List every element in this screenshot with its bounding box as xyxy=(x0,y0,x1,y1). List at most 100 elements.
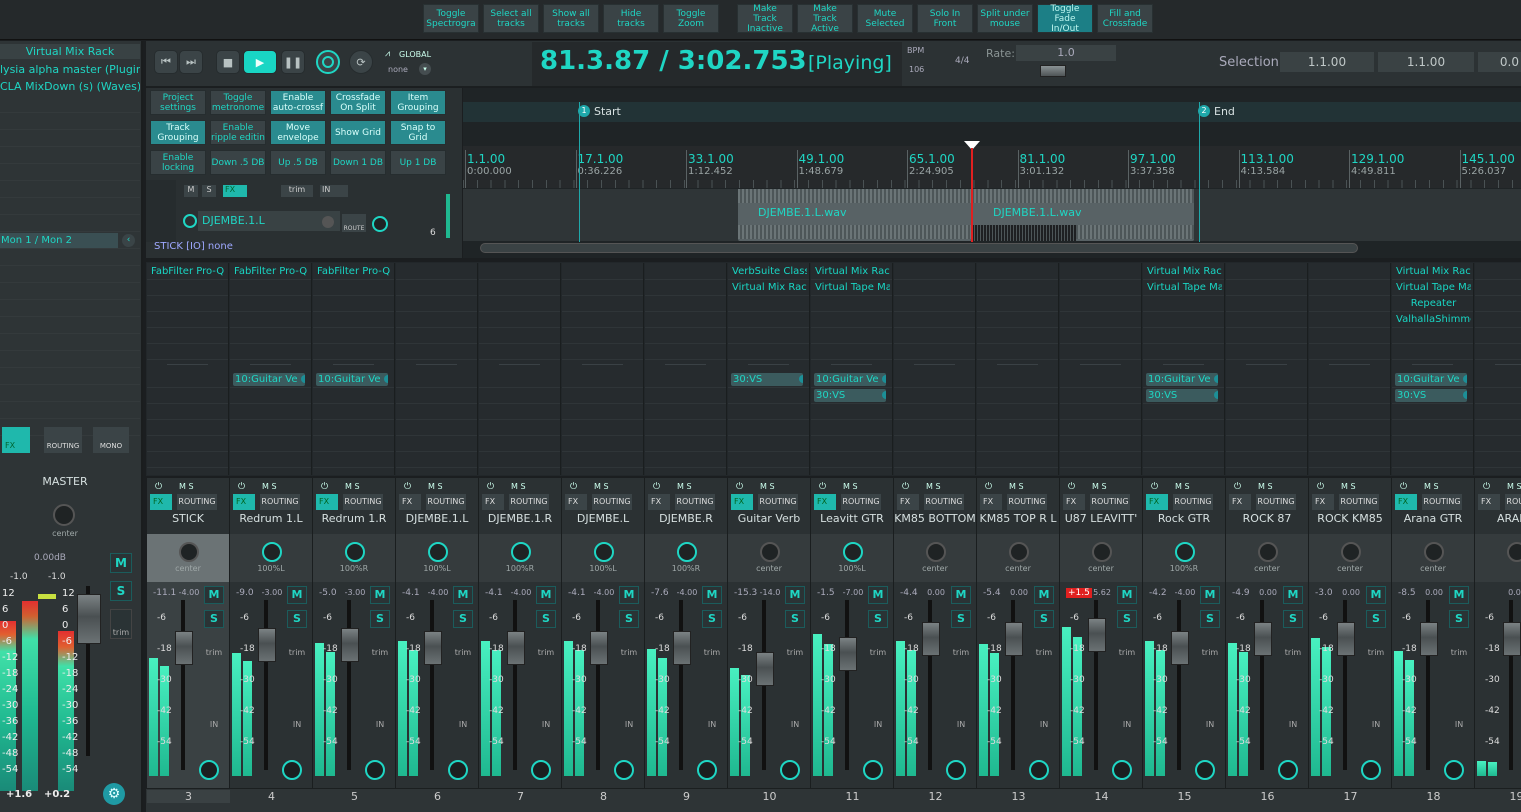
strip-name[interactable]: Redrum 1.R xyxy=(313,512,395,528)
strip-name[interactable]: ROCK KM85 xyxy=(1309,512,1391,528)
selection-end-field[interactable]: 1.1.00 xyxy=(1378,52,1474,72)
mixer-channel-strip[interactable]: ⏻ M S FX ROUTING DJEMBE.1.L 100%L -4.1 -4.00 -6-… xyxy=(396,478,479,788)
strip-fx-button[interactable]: FX xyxy=(565,494,587,510)
strip-routing-button[interactable]: ROUTING xyxy=(1090,494,1130,510)
solo-button[interactable]: S xyxy=(1283,610,1303,628)
strip-name[interactable]: U87 LEAVITT' xyxy=(1060,512,1142,528)
pan-knob[interactable] xyxy=(262,542,282,562)
option-toggle-button[interactable]: Enable auto-crossf xyxy=(270,90,326,115)
track-number-label[interactable]: 8 xyxy=(562,790,645,803)
toolbar-button[interactable]: Mute Selected xyxy=(857,4,913,33)
mute-solo-mini[interactable]: M S xyxy=(843,482,858,491)
option-toggle-button[interactable]: Project settings xyxy=(150,90,206,115)
fx-slot[interactable]: FabFilter Pro-Q xyxy=(232,265,309,279)
master-fx-slot[interactable] xyxy=(0,251,140,266)
pause-button[interactable]: ❚❚ xyxy=(281,50,305,74)
fx-slot[interactable]: ValhallaShimme xyxy=(1394,313,1471,327)
master-routing-button[interactable]: ROUTING xyxy=(44,427,82,453)
mixer-channel-strip[interactable]: ⏻ M S FX ROUTING Rock GTR 100%R -4.2 -4.00 -6 -18… xyxy=(1143,478,1226,788)
mixer-channel-strip[interactable]: ⏻ M S FX ROUTING STICK center -11.1 -4.00 -6 -18-… xyxy=(147,478,230,788)
solo-button[interactable]: S xyxy=(370,610,390,628)
mute-button[interactable]: M xyxy=(1034,586,1054,604)
repeat-button[interactable]: ⟳ xyxy=(349,50,373,74)
fx-slot[interactable]: Virtual Mix Rack xyxy=(1145,265,1222,279)
strip-routing-button[interactable]: ROUTING xyxy=(592,494,632,510)
mute-solo-mini[interactable]: M S xyxy=(428,482,443,491)
solo-button[interactable]: S xyxy=(1449,610,1469,628)
trim-label[interactable]: trim xyxy=(1366,648,1386,657)
fx-bypass-icon[interactable]: ⏻ xyxy=(487,482,494,492)
mute-button[interactable]: M xyxy=(868,586,888,604)
strip-fx-button[interactable]: FX xyxy=(150,494,172,510)
input-label[interactable]: IN xyxy=(1200,720,1220,729)
strip-name[interactable]: DJEMBE.1.R xyxy=(479,512,561,528)
master-io-arrow-icon[interactable]: ‹ xyxy=(122,234,135,247)
record-arm-button[interactable] xyxy=(448,760,468,780)
strip-name[interactable]: Guitar Verb xyxy=(728,512,810,528)
solo-button[interactable]: S xyxy=(1117,610,1137,628)
rate-field[interactable]: 1.0 xyxy=(1016,45,1116,61)
input-label[interactable]: IN xyxy=(1449,720,1469,729)
fader-handle[interactable] xyxy=(922,622,940,656)
mute-solo-mini[interactable]: M S xyxy=(1507,482,1521,491)
fx-bypass-icon[interactable]: ⏻ xyxy=(819,482,826,492)
trim-label[interactable]: trim xyxy=(1449,648,1469,657)
master-fx-slot[interactable] xyxy=(0,370,140,385)
toolbar-button[interactable]: Make Track Inactive xyxy=(737,4,793,34)
solo-button[interactable]: S xyxy=(1200,610,1220,628)
fader-handle[interactable] xyxy=(590,631,608,665)
pan-knob[interactable] xyxy=(179,542,199,562)
fx-bypass-icon[interactable]: ⏻ xyxy=(321,482,328,492)
fader-handle[interactable] xyxy=(424,631,442,665)
input-label[interactable]: IN xyxy=(1283,720,1303,729)
bpm-value[interactable]: 106 xyxy=(909,65,924,74)
mute-solo-mini[interactable]: M S xyxy=(262,482,277,491)
fx-slot[interactable]: Virtual Tape Ma xyxy=(1394,281,1471,295)
option-toggle-button[interactable]: Down .5 DB xyxy=(210,150,266,175)
mute-button[interactable]: M xyxy=(1366,586,1386,604)
strip-name[interactable]: DJEMBE.R xyxy=(645,512,727,528)
master-fx-slot[interactable] xyxy=(0,217,140,232)
record-arm-button[interactable] xyxy=(614,760,634,780)
input-label[interactable]: IN xyxy=(1366,720,1386,729)
pan-knob[interactable] xyxy=(926,542,946,562)
mute-solo-mini[interactable]: M S xyxy=(345,482,360,491)
fader-handle[interactable] xyxy=(258,628,276,662)
global-dropdown-icon[interactable]: ▾ xyxy=(419,63,431,75)
fx-bypass-icon[interactable]: ⏻ xyxy=(736,482,743,492)
master-fx-item[interactable]: lysia alpha master (Plugin A xyxy=(0,62,140,78)
master-fx-slot[interactable] xyxy=(0,387,140,402)
mute-solo-mini[interactable]: M S xyxy=(760,482,775,491)
trim-label[interactable]: trim xyxy=(536,648,556,657)
time-signature[interactable]: 4/4 xyxy=(955,56,969,66)
pan-knob[interactable] xyxy=(1424,542,1444,562)
fader-handle[interactable] xyxy=(839,637,857,671)
pan-knob[interactable] xyxy=(760,542,780,562)
track-number-label[interactable]: 14 xyxy=(1060,790,1143,803)
mixer-channel-strip[interactable]: ⏻ M S FX ROUTING Redrum 1.L 100%L -9.0 -3.00 -6-… xyxy=(230,478,313,788)
send-slot[interactable]: 30:VS xyxy=(1146,389,1218,402)
mute-solo-mini[interactable]: M S xyxy=(1009,482,1024,491)
mixer-channel-strip[interactable]: ⏻M SFXROUTINGARANA0.00-6-18-30-42-54MStr… xyxy=(1475,478,1521,788)
mixer-channel-strip[interactable]: ⏻ M S FX ROUTING DJEMBE.L 100%L -4.1 -4.00 -6 -18… xyxy=(562,478,645,788)
toolbar-button[interactable]: Toggle Zoom xyxy=(663,4,719,33)
fx-bypass-icon[interactable]: ⏻ xyxy=(570,482,577,492)
strip-fx-button[interactable]: FX xyxy=(1146,494,1168,510)
input-label[interactable]: IN xyxy=(619,720,639,729)
option-toggle-button[interactable]: Enable ripple editin xyxy=(210,120,266,145)
strip-name[interactable]: ROCK 87 xyxy=(1226,512,1308,528)
mixer-channel-strip[interactable]: ⏻ M S FX ROUTING Guitar Verb center -15.3 -14.0… xyxy=(728,478,811,788)
fx-bypass-icon[interactable]: ⏻ xyxy=(155,482,162,492)
strip-routing-button[interactable]: ROUTING xyxy=(177,494,217,510)
pan-knob[interactable] xyxy=(511,542,531,562)
solo-button[interactable]: S xyxy=(1034,610,1054,628)
fader-handle[interactable] xyxy=(673,631,691,665)
send-slot[interactable]: 10:Guitar Ve xyxy=(233,373,305,386)
record-arm-button[interactable] xyxy=(946,760,966,780)
master-fx-slot[interactable] xyxy=(0,115,140,130)
record-arm-button[interactable] xyxy=(365,760,385,780)
toolbar-button[interactable]: Make Track Active xyxy=(797,4,853,34)
track-number-label[interactable]: 19 xyxy=(1475,790,1521,803)
fx-slot[interactable]: VerbSuite Class xyxy=(730,265,807,279)
master-fader-handle[interactable] xyxy=(77,594,101,644)
